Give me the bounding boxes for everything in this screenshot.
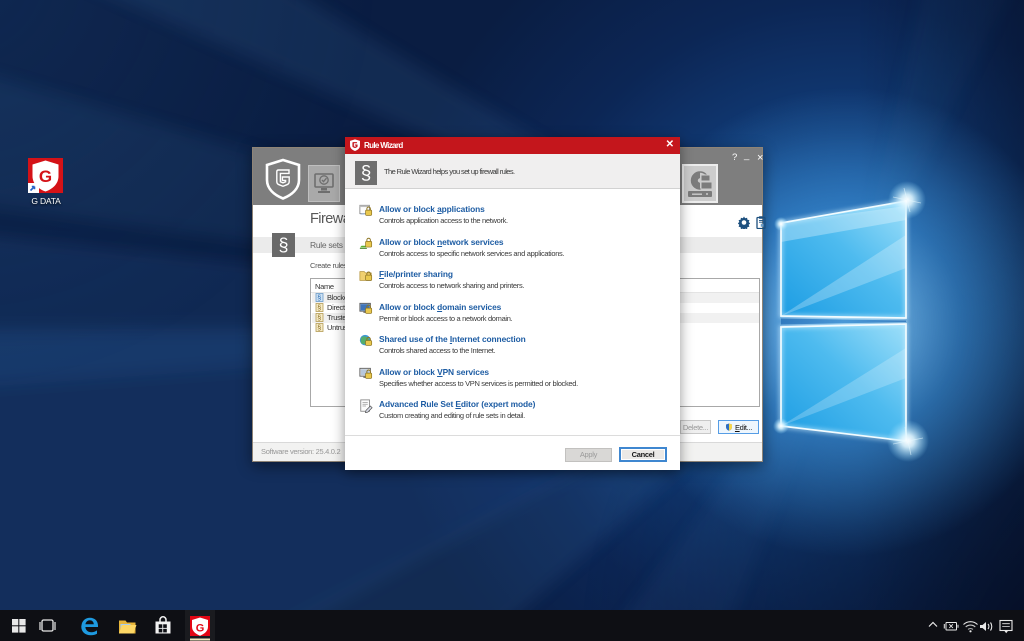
svg-text:§: § (317, 305, 321, 312)
svg-text:G: G (196, 623, 205, 635)
svg-text:G: G (39, 167, 52, 186)
svg-text:§: § (317, 325, 321, 332)
svg-text:§: § (317, 295, 321, 302)
svg-text:§: § (317, 315, 321, 322)
